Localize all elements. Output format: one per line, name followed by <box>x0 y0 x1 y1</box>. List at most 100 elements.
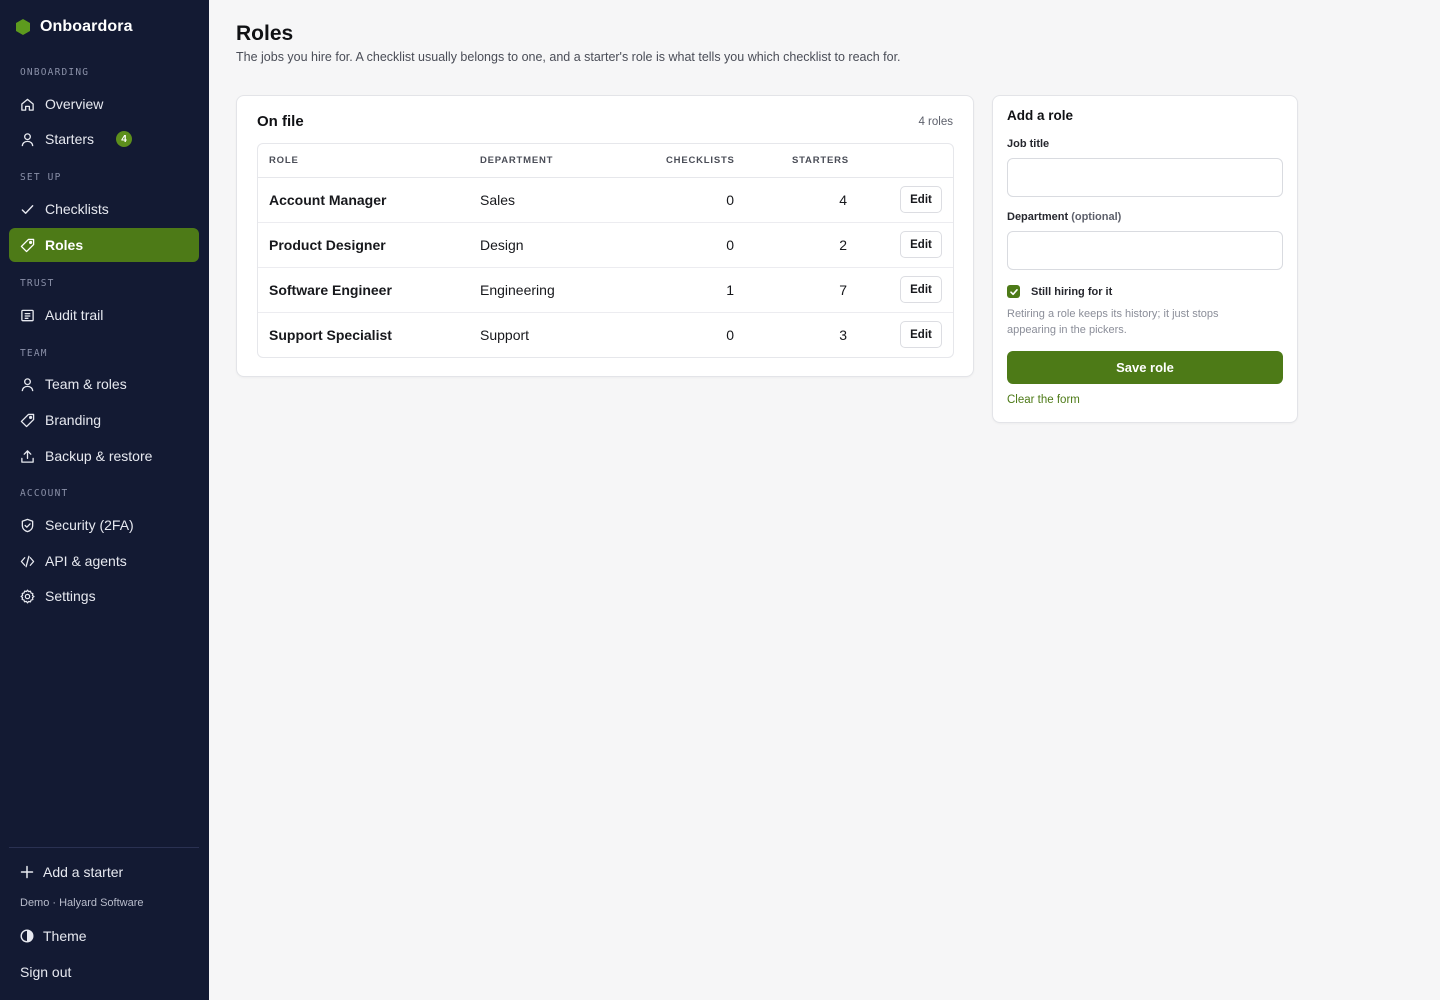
sidebar-item-api-agents[interactable]: API & agents <box>9 544 199 578</box>
sidebar-item-settings[interactable]: Settings <box>9 579 199 613</box>
table-header: ROLE DEPARTMENT CHECKLISTS STARTERS <box>258 144 953 178</box>
role-checklists-count: 0 <box>726 327 734 343</box>
tag-icon <box>20 413 35 427</box>
page-title: Roles <box>236 22 294 45</box>
role-department: Engineering <box>480 282 555 298</box>
logo-icon <box>16 19 30 35</box>
table-row: Support Specialist Support 0 3 Edit <box>258 313 953 357</box>
still-hiring-checkbox[interactable] <box>1007 285 1020 298</box>
starters-count-badge: 4 <box>116 131 133 147</box>
role-starters-count: 4 <box>839 192 847 208</box>
workspace-label: Demo · Halyard Software <box>20 897 144 909</box>
sidebar-item-label: Audit trail <box>45 307 104 323</box>
role-starters-count: 3 <box>839 327 847 343</box>
roles-table: ROLE DEPARTMENT CHECKLISTS STARTERS Acco… <box>257 143 954 358</box>
still-hiring-row: Still hiring for it <box>1007 285 1112 298</box>
brand[interactable]: Onboardora <box>16 18 133 36</box>
add-starter-button[interactable]: Add a starter <box>20 864 123 880</box>
roles-count: 4 roles <box>918 116 953 128</box>
column-header-starters[interactable]: STARTERS <box>792 155 849 166</box>
person-icon <box>21 132 34 146</box>
plus-icon <box>20 865 34 879</box>
role-name: Support Specialist <box>269 327 392 343</box>
home-icon <box>21 98 34 111</box>
sidebar-item-label: Branding <box>45 412 102 428</box>
code-icon <box>20 555 35 567</box>
sidebar-item-checklists[interactable]: Checklists <box>9 192 199 226</box>
role-checklists-count: 0 <box>726 237 734 253</box>
column-header-checklists[interactable]: CHECKLISTS <box>666 155 735 166</box>
table-row: Software Engineer Engineering 1 7 Edit <box>258 268 953 313</box>
section-label-setup: SET UP <box>20 172 62 183</box>
department-label-text: Department <box>1007 211 1069 223</box>
role-department: Support <box>480 327 530 343</box>
sidebar-item-roles[interactable]: Roles <box>9 228 199 262</box>
gear-icon <box>20 589 35 603</box>
sidebar-divider <box>9 847 199 848</box>
column-header-role[interactable]: ROLE <box>269 155 299 166</box>
department-input[interactable] <box>1007 231 1283 270</box>
sidebar-item-label: Settings <box>45 588 96 604</box>
role-name: Account Manager <box>269 192 387 208</box>
role-checklists-count: 0 <box>726 192 734 208</box>
edit-role-button[interactable]: Edit <box>900 231 942 258</box>
optional-marker: (optional) <box>1071 211 1122 223</box>
clear-form-link[interactable]: Clear the form <box>1007 394 1080 406</box>
sidebar-item-label: Checklists <box>45 201 109 217</box>
section-label-team: TEAM <box>20 348 48 359</box>
table-row: Product Designer Design 0 2 Edit <box>258 223 953 268</box>
sidebar-item-branding[interactable]: Branding <box>9 403 199 437</box>
job-title-input[interactable] <box>1007 158 1283 197</box>
sidebar-item-label: Overview <box>45 96 104 112</box>
sidebar-item-label: Roles <box>45 237 84 253</box>
department-label: Department (optional) <box>1007 211 1121 223</box>
sign-out-link[interactable]: Sign out <box>20 964 71 980</box>
sign-out-label: Sign out <box>20 964 72 980</box>
sidebar-item-label: Backup & restore <box>45 448 153 464</box>
app-name: Onboardora <box>40 18 133 35</box>
add-starter-label: Add a starter <box>43 864 124 880</box>
role-name: Product Designer <box>269 237 386 253</box>
sidebar-item-backup-restore[interactable]: Backup & restore <box>9 439 199 473</box>
add-role-title: Add a role <box>1007 108 1074 123</box>
sidebar: Onboardora ONBOARDING Overview Starters … <box>0 0 209 1000</box>
roles-on-file-card: On file 4 roles ROLE DEPARTMENT CHECKLIS… <box>236 95 974 377</box>
sidebar-item-label: API & agents <box>45 553 127 569</box>
sidebar-item-starters[interactable]: Starters 4 <box>9 122 199 156</box>
still-hiring-label[interactable]: Still hiring for it <box>1031 286 1112 298</box>
sidebar-item-team-and-roles[interactable]: Team & roles <box>9 367 199 401</box>
list-icon <box>21 309 34 321</box>
save-role-button[interactable]: Save role <box>1007 351 1283 384</box>
section-label-account: ACCOUNT <box>20 488 69 499</box>
contrast-icon <box>20 929 34 943</box>
page-subtitle: The jobs you hire for. A checklist usual… <box>236 50 901 64</box>
tag-icon <box>20 238 35 252</box>
sidebar-item-label: Security (2FA) <box>45 517 134 533</box>
sidebar-item-label: Team & roles <box>45 376 127 392</box>
table-row: Account Manager Sales 0 4 Edit <box>258 178 953 223</box>
theme-toggle[interactable]: Theme <box>20 928 87 944</box>
role-department: Sales <box>480 192 516 208</box>
column-header-department[interactable]: DEPARTMENT <box>480 155 553 166</box>
checkmark-icon <box>1009 288 1018 295</box>
upload-icon <box>21 449 34 463</box>
role-department: Design <box>480 237 524 253</box>
edit-role-button[interactable]: Edit <box>900 321 942 348</box>
check-icon <box>21 204 34 214</box>
sidebar-item-overview[interactable]: Overview <box>9 87 199 121</box>
role-checklists-count: 1 <box>726 282 734 298</box>
person-icon <box>21 377 34 391</box>
theme-label: Theme <box>43 928 87 944</box>
role-starters-count: 7 <box>839 282 847 298</box>
add-role-card: Add a role Job title Department (optiona… <box>992 95 1298 423</box>
sidebar-item-label: Starters <box>45 131 95 147</box>
edit-role-button[interactable]: Edit <box>900 276 942 303</box>
retire-hint: Retiring a role keeps its history; it ju… <box>1007 308 1219 336</box>
role-starters-count: 2 <box>839 237 847 253</box>
shield-icon <box>21 518 34 532</box>
edit-role-button[interactable]: Edit <box>900 186 942 213</box>
role-name: Software Engineer <box>269 282 392 298</box>
sidebar-item-security[interactable]: Security (2FA) <box>9 508 199 542</box>
sidebar-item-audit-trail[interactable]: Audit trail <box>9 298 199 332</box>
section-label-trust: TRUST <box>20 278 55 289</box>
